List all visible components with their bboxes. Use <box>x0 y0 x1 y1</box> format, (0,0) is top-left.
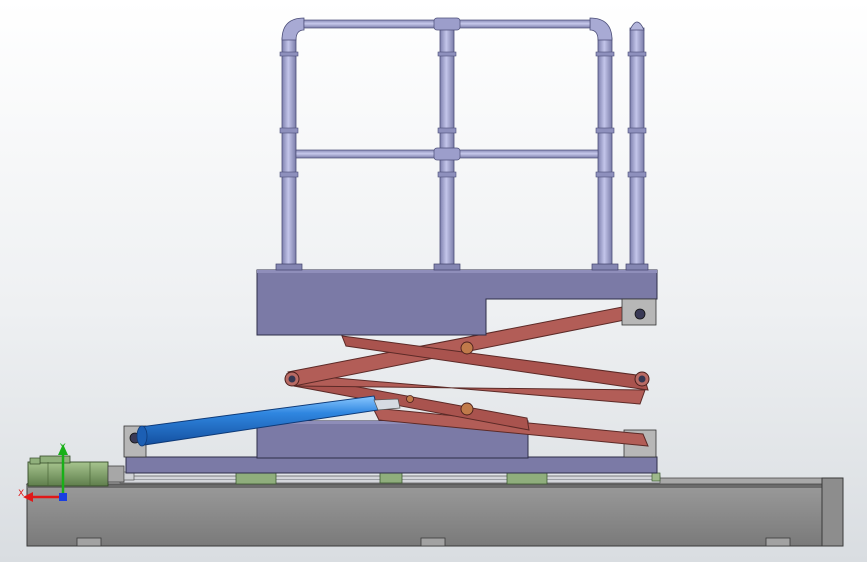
center-pin <box>460 402 474 416</box>
center-pin <box>460 341 474 355</box>
railing-post <box>439 25 455 267</box>
base-frame[interactable] <box>25 477 844 547</box>
railing-post <box>629 27 645 267</box>
scissor-lift-assembly-model[interactable]: Y X <box>0 0 867 562</box>
railing-post <box>597 37 613 267</box>
cad-viewport[interactable]: Y X <box>0 0 867 562</box>
x-axis-label: X <box>18 489 24 499</box>
railing-post <box>281 37 297 267</box>
y-axis-label: Y <box>59 443 66 453</box>
guard-railing[interactable] <box>275 17 649 271</box>
drive-motor[interactable] <box>27 455 135 487</box>
piston-rod <box>373 398 401 411</box>
